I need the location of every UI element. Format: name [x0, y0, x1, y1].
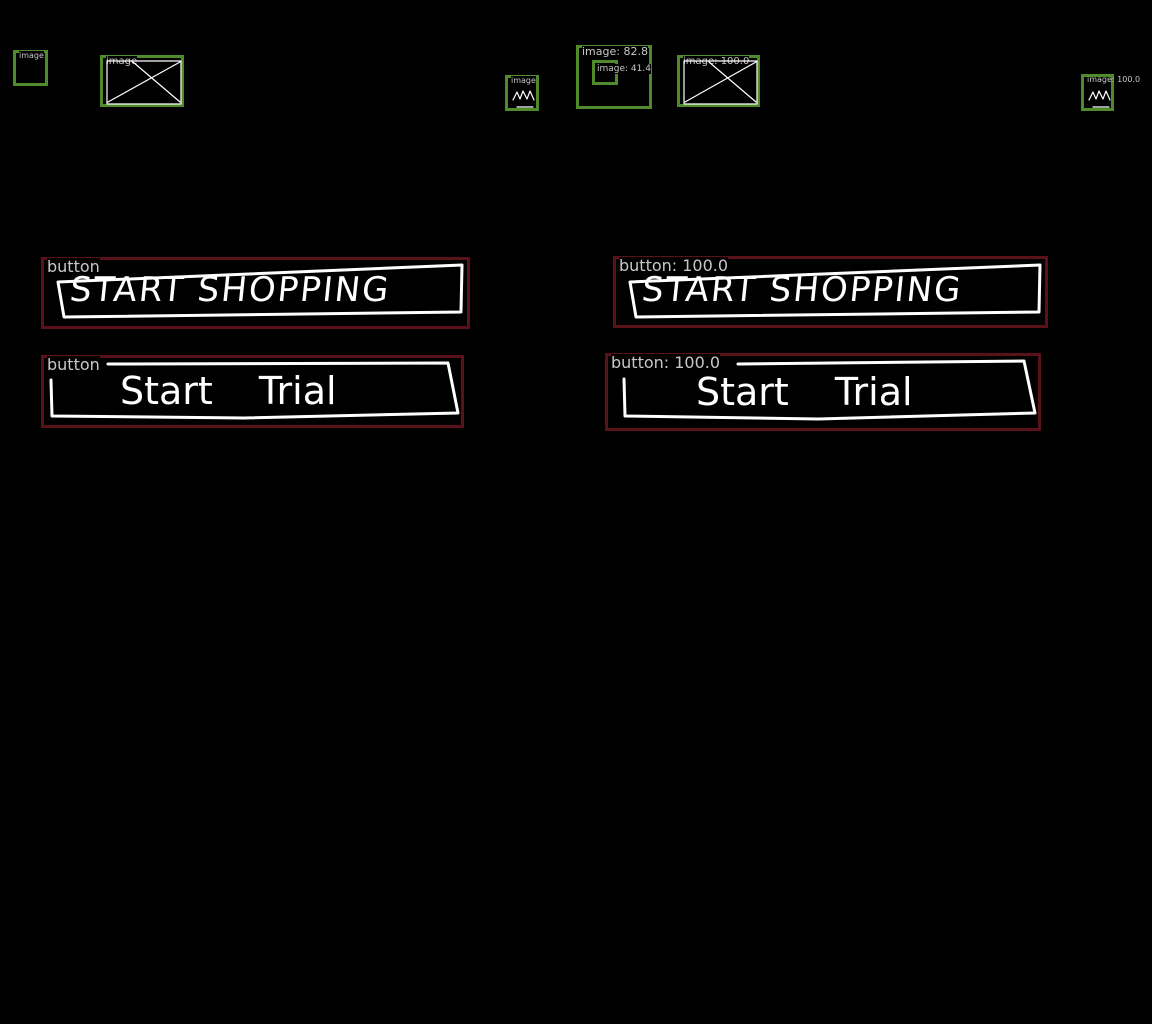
start-shopping-button-detection[interactable]: button START SHOPPING — [41, 257, 470, 329]
image-placeholder-sketch — [106, 60, 182, 105]
start-trial-button-detection[interactable]: button Start Trial — [41, 355, 464, 428]
detection-label: image — [19, 51, 44, 61]
button-sketch-text: START SHOPPING — [639, 270, 965, 310]
nested-image-detection-box: image: 41.4 — [592, 60, 651, 85]
image-detection-box: image: 100.0 — [1081, 74, 1140, 111]
image-detection-box: image — [100, 55, 184, 107]
image-placeholder-sketch — [683, 60, 758, 105]
image-detection-box: image — [505, 75, 539, 111]
left-detection-panel: image image image button START SHOPPING … — [0, 0, 576, 1024]
start-shopping-button-detection[interactable]: button: 100.0 START SHOPPING — [613, 256, 1048, 328]
mountain-icon-sketch — [1088, 90, 1111, 108]
image-detection-box: image: 100.0 — [677, 55, 760, 107]
image-detection-box: image: 82.8 image: 41.4 — [576, 45, 652, 109]
image-detection-box: image — [13, 50, 48, 86]
detection-label: image: 41.4 — [597, 64, 651, 75]
right-detection-panel: image: 82.8 image: 41.4 image: 100.0 ima… — [576, 0, 1152, 1024]
start-trial-button-detection[interactable]: button: 100.0 Start Trial — [605, 353, 1041, 431]
mountain-icon-sketch — [512, 90, 535, 108]
button-sketch-text: Start Trial — [696, 370, 913, 414]
detection-label: image: 82.8 — [582, 45, 648, 59]
button-sketch-text: START SHOPPING — [67, 270, 393, 310]
button-sketch-text: Start Trial — [120, 369, 337, 413]
